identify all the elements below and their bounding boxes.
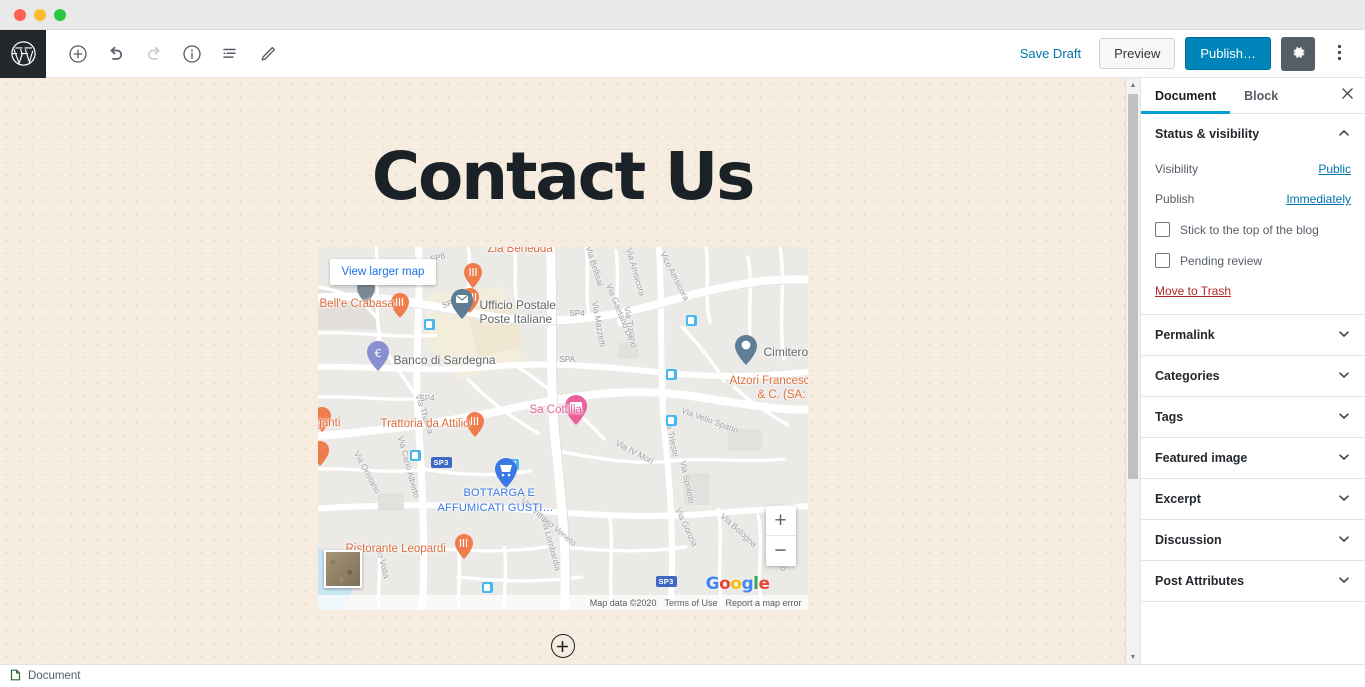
- map-data-text: Map data ©2020: [589, 597, 657, 608]
- publish-value-button[interactable]: Immediately: [1286, 192, 1351, 206]
- pending-review-checkbox[interactable]: Pending review: [1155, 245, 1351, 276]
- gear-icon: [1290, 44, 1307, 64]
- publish-label: Publish: [1155, 192, 1195, 206]
- panel-tags: Tags: [1141, 397, 1365, 438]
- toolbar-left-group: [60, 36, 286, 72]
- editor-canvas[interactable]: Contact Us Via Bellisai Via Amsicora Vic…: [0, 78, 1125, 664]
- sticky-checkbox[interactable]: Stick to the top of the blog: [1155, 214, 1351, 245]
- panel-permalink: Permalink: [1141, 315, 1365, 356]
- chevron-down-icon: [1337, 409, 1351, 426]
- map-zoom-controls: + −: [765, 506, 796, 566]
- google-logo: Google: [705, 574, 770, 594]
- zoom-out-button[interactable]: −: [766, 536, 796, 566]
- satellite-view-thumbnail[interactable]: [323, 550, 362, 588]
- settings-sidebar: Document Block Status & visibility Visib…: [1140, 78, 1365, 664]
- settings-button[interactable]: [1281, 36, 1315, 71]
- window-titlebar: [0, 0, 1365, 30]
- panel-featured-image-header[interactable]: Featured image: [1141, 438, 1365, 478]
- checkbox-box[interactable]: [1155, 253, 1170, 268]
- chevron-down-icon: [1337, 491, 1351, 508]
- sticky-checkbox-label: Stick to the top of the blog: [1180, 222, 1319, 237]
- save-draft-button[interactable]: Save Draft: [1012, 40, 1089, 67]
- add-block-button[interactable]: [60, 36, 96, 72]
- chevron-down-icon: [1337, 532, 1351, 549]
- chevron-up-icon: [1337, 126, 1351, 143]
- panel-categories-header[interactable]: Categories: [1141, 356, 1365, 396]
- editor-toolbar: Save Draft Preview Publish…: [0, 29, 1365, 78]
- panel-excerpt-header[interactable]: Excerpt: [1141, 479, 1365, 519]
- google-map-embed-block[interactable]: Via Bellisai Via Amsicora Vico Amsicora …: [317, 247, 808, 610]
- map-attribution: Map data ©2020 Terms of Use Report a map…: [317, 595, 808, 610]
- panel-permalink-header[interactable]: Permalink: [1141, 315, 1365, 355]
- close-window-button[interactable]: [14, 8, 26, 21]
- panel-discussion-header[interactable]: Discussion: [1141, 520, 1365, 560]
- terms-of-use-link[interactable]: Terms of Use: [664, 598, 717, 608]
- panel-excerpt: Excerpt: [1141, 479, 1365, 520]
- visibility-label: Visibility: [1155, 162, 1199, 176]
- chevron-down-icon: [1337, 368, 1351, 385]
- status-bar-label: Document: [28, 670, 81, 682]
- map-poi-pins: €: [317, 263, 757, 559]
- close-x-icon: [1341, 87, 1354, 104]
- chevron-down-icon: [1337, 573, 1351, 590]
- tab-block[interactable]: Block: [1230, 78, 1292, 114]
- move-to-trash-button[interactable]: Move to Trash: [1155, 284, 1231, 298]
- report-map-error-link[interactable]: Report a map error: [725, 598, 801, 608]
- chevron-down-icon: [1337, 327, 1351, 344]
- block-navigation-button[interactable]: [212, 36, 248, 72]
- redo-button[interactable]: [136, 36, 172, 72]
- panel-tags-title: Tags: [1155, 410, 1184, 424]
- panel-status-visibility-title: Status & visibility: [1155, 127, 1260, 141]
- publish-button[interactable]: Publish…: [1185, 37, 1271, 70]
- visibility-value-button[interactable]: Public: [1318, 162, 1351, 176]
- toolbar-right-group: Save Draft Preview Publish…: [1012, 36, 1365, 71]
- document-icon: [10, 669, 21, 684]
- panel-excerpt-title: Excerpt: [1155, 492, 1201, 506]
- scroll-down-arrow-icon[interactable]: ▼: [1126, 650, 1140, 664]
- panel-featured-image-title: Featured image: [1155, 451, 1248, 465]
- pending-review-checkbox-label: Pending review: [1180, 253, 1263, 268]
- edit-mode-button[interactable]: [250, 36, 286, 72]
- panel-tags-header[interactable]: Tags: [1141, 397, 1365, 437]
- scroll-up-arrow-icon[interactable]: ▲: [1126, 78, 1140, 92]
- panel-featured-image: Featured image: [1141, 438, 1365, 479]
- three-dots-vertical-icon: [1337, 43, 1342, 65]
- panel-categories-title: Categories: [1155, 369, 1220, 383]
- panel-post-attributes-title: Post Attributes: [1155, 574, 1245, 588]
- content-structure-button[interactable]: [174, 36, 210, 72]
- checkbox-box[interactable]: [1155, 222, 1170, 237]
- window-controls: [14, 8, 66, 21]
- visibility-row: Visibility Public: [1155, 154, 1351, 184]
- panel-status-visibility-body: Visibility Public Publish Immediately St…: [1141, 154, 1365, 314]
- panel-post-attributes-header[interactable]: Post Attributes: [1141, 561, 1365, 601]
- editor-canvas-wrapper: Contact Us Via Bellisai Via Amsicora Vic…: [0, 78, 1140, 664]
- panel-categories: Categories: [1141, 356, 1365, 397]
- editor-status-bar: Document: [0, 664, 1365, 687]
- panel-permalink-title: Permalink: [1155, 328, 1215, 342]
- preview-button[interactable]: Preview: [1099, 38, 1176, 69]
- maximize-window-button[interactable]: [54, 8, 66, 21]
- more-options-button[interactable]: [1325, 37, 1353, 71]
- panel-status-visibility: Status & visibility Visibility Public Pu…: [1141, 114, 1365, 315]
- wordpress-logo-icon[interactable]: [0, 29, 46, 78]
- svg-text:€: €: [374, 347, 381, 360]
- canvas-add-block-button[interactable]: [550, 634, 575, 658]
- view-larger-map-button[interactable]: View larger map: [329, 259, 437, 285]
- close-sidebar-button[interactable]: [1329, 78, 1365, 114]
- page-title[interactable]: Contact Us: [0, 138, 1125, 215]
- panel-post-attributes: Post Attributes: [1141, 561, 1365, 602]
- undo-button[interactable]: [98, 36, 134, 72]
- panel-discussion: Discussion: [1141, 520, 1365, 561]
- sidebar-tabs: Document Block: [1141, 78, 1365, 114]
- chevron-down-icon: [1337, 450, 1351, 467]
- minimize-window-button[interactable]: [34, 8, 46, 21]
- panel-status-visibility-header[interactable]: Status & visibility: [1141, 114, 1365, 154]
- editor-main: Contact Us Via Bellisai Via Amsicora Vic…: [0, 78, 1365, 664]
- zoom-in-button[interactable]: +: [765, 506, 796, 536]
- panel-discussion-title: Discussion: [1155, 533, 1222, 547]
- tab-document[interactable]: Document: [1141, 78, 1230, 114]
- canvas-scrollbar[interactable]: ▲ ▼: [1125, 78, 1140, 664]
- publish-row: Publish Immediately: [1155, 184, 1351, 214]
- scrollbar-thumb[interactable]: [1128, 94, 1138, 479]
